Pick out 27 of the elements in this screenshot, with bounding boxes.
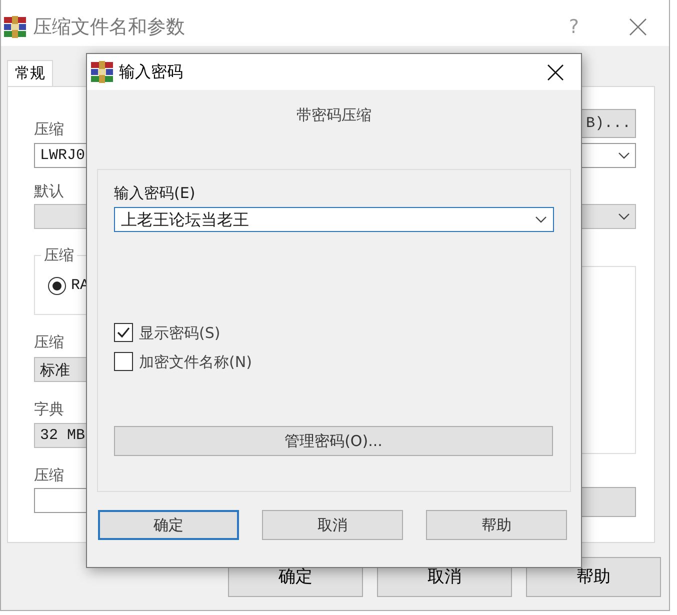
field-label: 输入密码(E) [114, 184, 196, 202]
manage-passwords-button[interactable]: 管理密码(O)... [114, 426, 553, 456]
dialog-button[interactable]: 确定 [98, 510, 239, 540]
archive-icon [90, 61, 114, 83]
field-label: 压缩 [34, 333, 64, 351]
radio-button[interactable] [47, 276, 67, 296]
checkbox-label: 加密文件名称(N) [139, 352, 252, 370]
checkbox-label: 显示密码(S) [139, 324, 220, 342]
close-icon[interactable] [547, 64, 564, 80]
password-combo[interactable]: 上老王论坛当老王 [114, 207, 554, 232]
field-label: 压缩 [34, 466, 64, 484]
group-title: 压缩 [41, 246, 77, 264]
dialog-button[interactable]: 帮助 [426, 510, 567, 540]
chevron-icon [535, 216, 547, 224]
archive-icon [3, 16, 27, 38]
field-label: 字典 [34, 400, 64, 418]
dialog-heading: 带密码压缩 [296, 106, 372, 124]
chevron-icon [618, 212, 630, 220]
window-title: 压缩文件名和参数 [33, 16, 185, 38]
chevron-icon [618, 152, 630, 160]
field-label: 压缩 [34, 120, 64, 138]
checkbox[interactable] [114, 352, 133, 371]
field-label: 默认 [34, 182, 64, 200]
dialog-title: 输入密码 [119, 62, 183, 82]
checkbox[interactable] [114, 323, 133, 342]
tab[interactable]: 常规 [7, 60, 53, 86]
dialog-button[interactable]: 取消 [262, 510, 403, 540]
